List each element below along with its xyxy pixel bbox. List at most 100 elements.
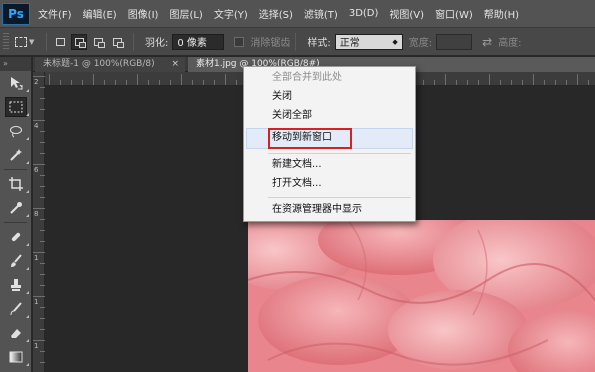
ruler-tick	[104, 80, 105, 85]
ruler-tick	[577, 74, 578, 85]
add-selection-button[interactable]	[71, 33, 87, 50]
ruler-tick	[478, 80, 479, 85]
ruler-number: 1	[34, 254, 39, 262]
menu-filter[interactable]: 滤镜(T)	[304, 6, 338, 21]
healing-brush-tool[interactable]	[0, 225, 32, 249]
menu-item-close-all[interactable]: 关闭全部	[272, 108, 312, 124]
annotation-red-box	[268, 128, 352, 149]
menu-separator	[268, 153, 411, 154]
crop-icon	[5, 174, 27, 194]
ruler-tick	[60, 80, 61, 85]
ruler-tick	[33, 76, 45, 77]
lasso-tool[interactable]	[0, 119, 32, 143]
eraser-tool[interactable]	[0, 321, 32, 345]
ruler-tick	[522, 80, 523, 85]
width-label: 宽度:	[408, 38, 433, 49]
ruler-number: 1	[34, 298, 39, 306]
ruler-tick	[500, 80, 501, 85]
menu-window[interactable]: 窗口(W)	[435, 6, 473, 21]
tab-context-menu: 全部合并到此处 关闭 关闭全部 移动到新窗口 新建文档... 打开文档... 在…	[243, 66, 416, 222]
ruler-tick	[137, 74, 138, 85]
ruler-tick	[181, 74, 182, 85]
menu-item-show-in-explorer[interactable]: 在资源管理器中显示	[272, 202, 362, 218]
gradient-tool[interactable]	[0, 345, 32, 369]
ruler-number: 4	[34, 122, 39, 130]
menu-file[interactable]: 文件(F)	[38, 6, 72, 21]
menu-item-open-document[interactable]: 打开文档...	[272, 176, 322, 192]
ruler-tick	[423, 80, 424, 85]
crop-tool[interactable]	[0, 172, 32, 196]
ruler-tick	[489, 74, 490, 85]
ruler-tick	[467, 80, 468, 85]
menu-3d[interactable]: 3D(D)	[349, 8, 379, 19]
document-image[interactable]	[248, 220, 595, 372]
tool-preset-picker[interactable]: ▼	[15, 33, 41, 51]
move-tool[interactable]	[0, 71, 32, 95]
eyedropper-tool[interactable]	[0, 196, 32, 220]
menu-edit[interactable]: 编辑(E)	[83, 6, 117, 21]
divider	[133, 32, 134, 51]
feather-label: 羽化:	[145, 38, 169, 49]
gradient-icon	[5, 347, 27, 367]
ruler-tick	[49, 74, 50, 85]
ruler-number: 2	[34, 78, 39, 86]
style-select[interactable]: 正常 ◆	[334, 33, 403, 50]
app-logo: Ps	[2, 2, 30, 25]
healing-brush-icon	[5, 227, 27, 247]
menu-type[interactable]: 文字(Y)	[214, 6, 248, 21]
toolbox: »	[0, 57, 32, 372]
width-input[interactable]	[436, 33, 473, 50]
clone-stamp-icon	[5, 275, 27, 295]
ruler-tick	[544, 80, 545, 85]
intersect-selection-button[interactable]	[109, 34, 125, 50]
menu-bar: Ps 文件(F) 编辑(E) 图像(I) 图层(L) 文字(Y) 选择(S) 滤…	[0, 0, 595, 28]
subtract-selection-button[interactable]	[90, 34, 106, 50]
rect-marquee-icon	[15, 36, 27, 47]
menu-help[interactable]: 帮助(H)	[484, 6, 519, 21]
history-brush-tool[interactable]	[0, 297, 32, 321]
rose-petals-image	[248, 220, 595, 372]
menu-select[interactable]: 选择(S)	[259, 6, 293, 21]
menu-image[interactable]: 图像(I)	[128, 6, 159, 21]
history-brush-icon	[5, 299, 27, 319]
options-bar: ▼ 羽化: 消除锯齿 样式: 正常 ◆ 宽度: ⇄ 高度:	[0, 28, 595, 56]
ruler-tick	[588, 80, 589, 85]
feather-input[interactable]	[172, 33, 225, 50]
ruler-tick	[192, 80, 193, 85]
menu-layer[interactable]: 图层(L)	[169, 6, 202, 21]
ruler-tick	[33, 296, 45, 297]
ruler-number: 1	[34, 342, 39, 350]
tab-label: 未标题-1 @ 100%(RGB/8)	[43, 59, 155, 69]
new-selection-button[interactable]	[52, 34, 68, 50]
menu-view[interactable]: 视图(V)	[389, 6, 424, 21]
swap-icon[interactable]: ⇄	[482, 35, 492, 49]
ruler-tick	[555, 80, 556, 85]
options-grip[interactable]	[3, 32, 9, 51]
divider	[46, 32, 47, 51]
clone-stamp-tool[interactable]	[0, 273, 32, 297]
menu-item-close[interactable]: 关闭	[272, 89, 292, 105]
ruler-tick	[445, 74, 446, 85]
move-icon	[5, 73, 27, 93]
menu-item-new-document[interactable]: 新建文档...	[272, 157, 322, 173]
ruler-tick	[115, 80, 116, 85]
ruler-tick	[203, 80, 204, 85]
ruler-tick	[566, 80, 567, 85]
menu-item-consolidate-all: 全部合并到此处	[272, 72, 342, 83]
lasso-icon	[5, 121, 27, 141]
tab-untitled[interactable]: 未标题-1 @ 100%(RGB/8) ×	[35, 57, 185, 72]
brush-tool[interactable]	[0, 249, 32, 273]
antialias-checkbox[interactable]	[234, 36, 245, 47]
toolbox-collapse-icon[interactable]: »	[0, 57, 31, 71]
ruler-tick	[71, 80, 72, 85]
height-label: 高度:	[498, 38, 522, 49]
add-selection-icon	[74, 37, 86, 48]
quick-select-tool[interactable]	[0, 143, 32, 167]
chevron-updown-icon: ◆	[392, 37, 398, 46]
marquee-tool[interactable]	[0, 95, 32, 119]
ruler-tick	[159, 80, 160, 85]
antialias-label: 消除锯齿	[250, 38, 291, 49]
intersect-selection-icon	[112, 37, 124, 48]
close-icon[interactable]: ×	[171, 57, 179, 72]
new-selection-icon	[55, 37, 65, 46]
